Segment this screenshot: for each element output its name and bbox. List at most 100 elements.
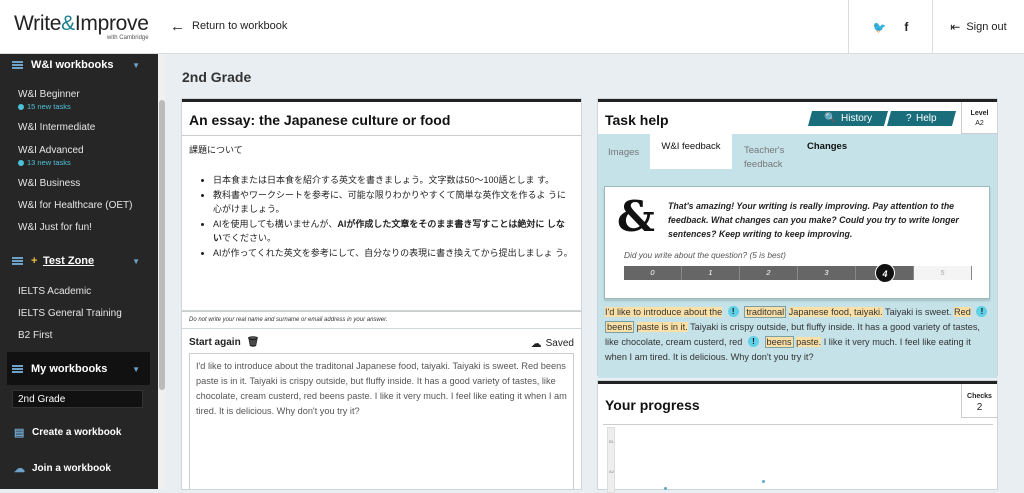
logo-subtitle: with Cambridge — [106, 35, 149, 41]
tab-images[interactable]: Images — [602, 140, 650, 160]
essay-title: An essay: the Japanese culture or food — [189, 112, 451, 128]
answer-panel: Start again 🗑 ☁ Saved I'd like to introd… — [182, 329, 581, 489]
plus-icon: + — [31, 255, 38, 267]
task-instructions: 日本食または日本食を紹介する英文を書きましょう。文字数は50〜100語としま す… — [201, 173, 573, 261]
sidebar-item-2nd-grade[interactable]: 2nd Grade — [18, 394, 65, 405]
start-again-label: Start again — [189, 337, 241, 348]
progress-title: Your progress — [605, 397, 700, 413]
flagged-word[interactable]: beens — [764, 336, 794, 348]
sidebar-item-ielts-general[interactable]: IELTS General Training — [18, 308, 122, 319]
page-title: 2nd Grade — [182, 69, 252, 85]
sidebar-section-my-workbooks[interactable]: My workbooks ▼ — [0, 362, 158, 376]
sign-out-button[interactable]: ⇤ Sign out — [932, 0, 1024, 54]
tab-teachers-feedback[interactable]: Teacher's feedback — [738, 138, 798, 173]
sidebar-section-test-zone[interactable]: + Test Zone ▼ — [0, 254, 158, 268]
alert-icon[interactable]: ! — [747, 336, 759, 347]
cloud-check-icon: ☁ — [530, 338, 542, 350]
highlighted-text: Japanese food, taiyaki. — [788, 307, 883, 317]
feedback-text: I'd like to introduce about the ! tradit… — [605, 305, 994, 365]
flagged-word[interactable]: traditonal — [744, 306, 787, 318]
tab-wi-feedback[interactable]: W&I feedback — [650, 134, 732, 170]
help-label: Help — [915, 113, 937, 124]
task-help-tabs: Images W&I feedback Teacher's feedback C… — [598, 134, 997, 170]
start-again-button[interactable]: Start again 🗑 — [189, 337, 259, 348]
group-icon: ☁ — [14, 463, 25, 475]
new-tasks-badge: 15 new tasks — [18, 102, 71, 111]
chevron-down-icon: ▼ — [132, 60, 140, 70]
score-scale: 0123 5 4 — [624, 263, 972, 283]
score-segment: 0 — [624, 266, 682, 280]
join-label: Join a workbook — [32, 463, 111, 474]
sidebar-item-b2-first[interactable]: B2 First — [18, 330, 52, 341]
score-segment: 3 — [798, 266, 856, 280]
sidebar-item-wi-intermediate[interactable]: W&I Intermediate — [18, 122, 95, 133]
chevron-down-icon: ▼ — [132, 256, 140, 266]
highlighted-text: Red — [953, 307, 971, 317]
sidebar-item-wi-beginner[interactable]: W&I Beginner — [18, 89, 80, 100]
level-value: A2 — [975, 120, 984, 127]
sidebar-section-wi-workbooks[interactable]: W&I workbooks ▼ — [0, 58, 158, 72]
twitter-icon[interactable]: 🐦 — [873, 21, 887, 34]
new-tasks-badge: 13 new tasks — [18, 158, 71, 167]
document-plus-icon: ▤ — [14, 427, 25, 439]
sidebar: W&I workbooks ▼ W&I Beginner 15 new task… — [0, 54, 158, 489]
sidebar-item-wi-advanced[interactable]: W&I Advanced — [18, 145, 84, 156]
menu-icon — [12, 257, 23, 265]
instruction-item: AIが作ってくれた英文を参考にして、自分なりの表現に書き換えてから提出しましょ … — [213, 246, 573, 260]
essay-card: An essay: the Japanese culture or food 課… — [182, 99, 581, 311]
join-workbook-button[interactable]: ☁ Join a workbook — [14, 462, 111, 475]
sign-out-icon: ⇤ — [950, 20, 961, 34]
logo[interactable]: Write&Improve with Cambridge — [14, 12, 149, 41]
score-segment: 2 — [740, 266, 798, 280]
trash-icon: 🗑 — [246, 337, 260, 348]
y-label: B1 — [609, 439, 614, 444]
y-label: A2 — [609, 469, 614, 474]
chevron-down-icon: ▼ — [132, 364, 140, 374]
facebook-icon[interactable]: f — [904, 20, 908, 34]
task-help-card: Task help 🔍 History ? Help Level A2 Images… — [598, 99, 997, 378]
sidebar-item-wi-healthcare[interactable]: W&I for Healthcare (OET) — [18, 200, 132, 211]
y-axis — [607, 427, 615, 493]
section-label: Test Zone — [43, 255, 95, 267]
level-label: Level — [970, 110, 989, 117]
logo-amp: & — [61, 12, 75, 35]
alert-icon[interactable]: ! — [727, 306, 739, 317]
logo-write: Write — [14, 12, 62, 35]
progress-point[interactable] — [762, 480, 765, 483]
sidebar-item-ielts-academic[interactable]: IELTS Academic — [18, 286, 91, 297]
wi-ampersand-icon: & — [617, 192, 655, 241]
checks-label: Checks — [967, 393, 992, 400]
create-label: Create a workbook — [32, 427, 122, 438]
menu-icon — [12, 61, 23, 69]
level-badge: Level A2 — [961, 102, 997, 134]
menu-icon — [12, 365, 23, 373]
section-label: W&I workbooks — [31, 59, 114, 71]
sidebar-item-wi-just-for-fun[interactable]: W&I Just for fun! — [18, 222, 92, 233]
sidebar-scrollbar[interactable] — [158, 54, 166, 489]
answer-textarea[interactable]: I'd like to introduce about the traditon… — [189, 353, 574, 489]
progress-card: Your progress Checks 2 B1 A2 — [598, 381, 997, 493]
sidebar-item-wi-business[interactable]: W&I Business — [18, 178, 80, 189]
save-status: ☁ Saved — [531, 337, 574, 350]
progress-chart: B1 A2 — [603, 424, 993, 493]
help-button[interactable]: ? Help — [886, 111, 957, 126]
score-knob: 4 — [875, 263, 895, 283]
arrow-left-icon: ← — [170, 17, 185, 35]
checks-value: 2 — [976, 402, 983, 413]
create-workbook-button[interactable]: ▤ Create a workbook — [14, 426, 121, 439]
alert-icon[interactable]: ! — [976, 306, 988, 317]
instruction-item: 教科書やワークシートを参考に、可能な限りわかりやすくて簡単な英作文を作るよ うに… — [213, 188, 573, 216]
history-button[interactable]: 🔍 History — [807, 111, 889, 126]
tab-changes[interactable]: Changes — [801, 134, 861, 169]
score-segment: 1 — [682, 266, 740, 280]
sign-out-label: Sign out — [966, 21, 1007, 33]
search-icon: 🔍 — [824, 113, 837, 124]
return-to-workbook-link[interactable]: ← Return to workbook — [170, 17, 287, 35]
help-icon: ? — [906, 113, 912, 124]
dot-icon — [18, 103, 24, 110]
instruction-item: 日本食または日本食を紹介する英文を書きましょう。文字数は50〜100語としま す… — [213, 173, 573, 187]
scrollbar-thumb[interactable] — [159, 100, 165, 390]
feedback-panel: & That's amazing! Your writing is really… — [598, 169, 997, 378]
flagged-word[interactable]: beens — [605, 321, 635, 333]
privacy-note: Do not write your real name and surname … — [182, 311, 581, 329]
